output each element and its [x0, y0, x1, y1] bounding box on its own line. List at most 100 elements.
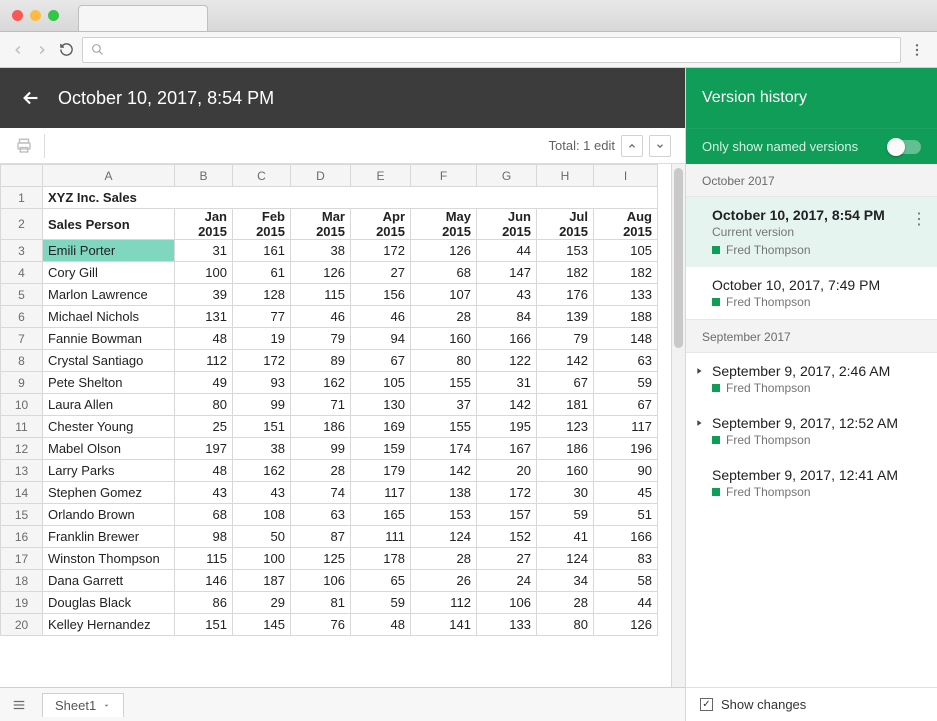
cell-value[interactable]: 112: [175, 350, 233, 372]
cell-value[interactable]: 166: [594, 526, 658, 548]
cell-value[interactable]: 34: [537, 570, 594, 592]
cell-value[interactable]: 160: [537, 460, 594, 482]
cell-value[interactable]: 159: [351, 438, 411, 460]
address-bar[interactable]: [82, 37, 901, 63]
cell-value[interactable]: 106: [477, 592, 537, 614]
cell-value[interactable]: 142: [537, 350, 594, 372]
cell-value[interactable]: 115: [291, 284, 351, 306]
vertical-scrollbar[interactable]: [671, 164, 685, 687]
cell-value[interactable]: 41: [537, 526, 594, 548]
table-row[interactable]: 4Cory Gill100611262768147182182: [1, 262, 658, 284]
cell-name[interactable]: Kelley Hernandez: [43, 614, 175, 636]
cell-value[interactable]: 142: [477, 394, 537, 416]
cell-value[interactable]: 162: [291, 372, 351, 394]
cell-value[interactable]: 81: [291, 592, 351, 614]
data-column-header[interactable]: Apr 2015: [351, 209, 411, 240]
cell-value[interactable]: 131: [175, 306, 233, 328]
cell-value[interactable]: 84: [477, 306, 537, 328]
cell-value[interactable]: 155: [411, 416, 477, 438]
cell-value[interactable]: 115: [175, 548, 233, 570]
col-header[interactable]: F: [411, 165, 477, 187]
cell-value[interactable]: 107: [411, 284, 477, 306]
cell-value[interactable]: 43: [477, 284, 537, 306]
cell-value[interactable]: 172: [477, 482, 537, 504]
cell-value[interactable]: 93: [233, 372, 291, 394]
cell-value[interactable]: 100: [233, 548, 291, 570]
cell-name[interactable]: Emili Porter: [43, 240, 175, 262]
cell-name[interactable]: Pete Shelton: [43, 372, 175, 394]
row-header[interactable]: 17: [1, 548, 43, 570]
cell-value[interactable]: 179: [351, 460, 411, 482]
cell-name[interactable]: Laura Allen: [43, 394, 175, 416]
cell-value[interactable]: 178: [351, 548, 411, 570]
cell-value[interactable]: 133: [477, 614, 537, 636]
col-header[interactable]: E: [351, 165, 411, 187]
cell-value[interactable]: 39: [175, 284, 233, 306]
cell-value[interactable]: 187: [233, 570, 291, 592]
cell-value[interactable]: 44: [477, 240, 537, 262]
cell-value[interactable]: 174: [411, 438, 477, 460]
cell-value[interactable]: 148: [594, 328, 658, 350]
row-header[interactable]: 1: [1, 187, 43, 209]
cell-value[interactable]: 63: [594, 350, 658, 372]
cell-value[interactable]: 44: [594, 592, 658, 614]
cell-value[interactable]: 51: [594, 504, 658, 526]
cell-value[interactable]: 156: [351, 284, 411, 306]
version-item[interactable]: September 9, 2017, 12:41 AMFred Thompson: [686, 457, 937, 509]
table-row[interactable]: 5Marlon Lawrence3912811515610743176133: [1, 284, 658, 306]
cell-name[interactable]: Fannie Bowman: [43, 328, 175, 350]
prev-edit-button[interactable]: [621, 135, 643, 157]
table-row[interactable]: 17Winston Thompson115100125178282712483: [1, 548, 658, 570]
cell-name[interactable]: Marlon Lawrence: [43, 284, 175, 306]
cell-name[interactable]: Mabel Olson: [43, 438, 175, 460]
cell-value[interactable]: 67: [537, 372, 594, 394]
cell-value[interactable]: 111: [351, 526, 411, 548]
table-row[interactable]: 6Michael Nichols1317746462884139188: [1, 306, 658, 328]
cell-value[interactable]: 124: [537, 548, 594, 570]
cell-value[interactable]: 24: [477, 570, 537, 592]
cell-value[interactable]: 169: [351, 416, 411, 438]
nav-back-icon[interactable]: [10, 42, 26, 58]
row-header[interactable]: 10: [1, 394, 43, 416]
cell-value[interactable]: 146: [175, 570, 233, 592]
all-sheets-icon[interactable]: [10, 698, 28, 712]
cell-value[interactable]: 30: [537, 482, 594, 504]
spreadsheet-grid[interactable]: A B C D E F G H I 1XYZ Inc. Sales2Sales …: [0, 164, 658, 636]
table-row[interactable]: 18Dana Garrett1461871066526243458: [1, 570, 658, 592]
reload-icon[interactable]: [58, 42, 74, 58]
cell-value[interactable]: 68: [175, 504, 233, 526]
table-row[interactable]: 7Fannie Bowman4819799416016679148: [1, 328, 658, 350]
cell-name[interactable]: Franklin Brewer: [43, 526, 175, 548]
cell-value[interactable]: 59: [351, 592, 411, 614]
col-header[interactable]: C: [233, 165, 291, 187]
cell-name[interactable]: Dana Garrett: [43, 570, 175, 592]
cell-value[interactable]: 29: [233, 592, 291, 614]
cell-value[interactable]: 79: [537, 328, 594, 350]
cell-value[interactable]: 153: [411, 504, 477, 526]
window-minimize-icon[interactable]: [30, 10, 41, 21]
version-item[interactable]: October 10, 2017, 8:54 PMCurrent version…: [686, 197, 937, 267]
table-row[interactable]: 13Larry Parks48162281791422016090: [1, 460, 658, 482]
row-header[interactable]: 4: [1, 262, 43, 284]
cell-value[interactable]: 48: [175, 328, 233, 350]
cell-value[interactable]: 124: [411, 526, 477, 548]
cell-value[interactable]: 126: [594, 614, 658, 636]
cell-value[interactable]: 61: [233, 262, 291, 284]
cell-value[interactable]: 58: [594, 570, 658, 592]
select-all-corner[interactable]: [1, 165, 43, 187]
cell-value[interactable]: 86: [175, 592, 233, 614]
col-header[interactable]: G: [477, 165, 537, 187]
cell-value[interactable]: 161: [233, 240, 291, 262]
cell-value[interactable]: 130: [351, 394, 411, 416]
versions-list[interactable]: October 2017October 10, 2017, 8:54 PMCur…: [686, 164, 937, 687]
row-header[interactable]: 9: [1, 372, 43, 394]
cell-value[interactable]: 126: [411, 240, 477, 262]
data-column-header[interactable]: May 2015: [411, 209, 477, 240]
cell-value[interactable]: 117: [351, 482, 411, 504]
row-header[interactable]: 8: [1, 350, 43, 372]
cell-value[interactable]: 80: [411, 350, 477, 372]
cell-value[interactable]: 79: [291, 328, 351, 350]
cell-value[interactable]: 100: [175, 262, 233, 284]
data-column-header[interactable]: Sales Person: [43, 209, 175, 240]
cell-value[interactable]: 31: [175, 240, 233, 262]
